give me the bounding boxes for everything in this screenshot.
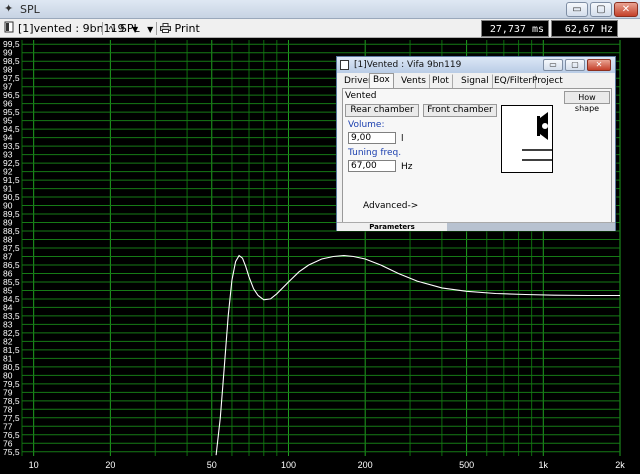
maximize-button[interactable]: ▢ [590, 2, 612, 17]
volume-unit: l [401, 134, 404, 144]
status-progress [447, 223, 615, 231]
tab-vents[interactable]: Vents [397, 74, 430, 88]
volume-label: Volume: [348, 120, 385, 130]
x-tick-label: 20 [105, 460, 115, 470]
box-settings-dialog: [1]Vented : Vifa 9bn119 ▭ ▢ ✕ Driver Box… [336, 56, 616, 231]
x-tick-label: 50 [207, 460, 217, 470]
x-tick-label: 500 [459, 460, 474, 470]
dialog-maximize-button[interactable]: ▢ [565, 59, 585, 71]
box-type-label: Vented [345, 91, 377, 101]
tab-plot[interactable]: Plot [428, 74, 453, 88]
print-button[interactable]: Print [160, 21, 200, 36]
chevron-down-icon: ▼ [147, 25, 154, 34]
rear-chamber-button[interactable]: Rear chamber [345, 104, 419, 117]
view-selector-label: SPL [119, 22, 140, 35]
print-label: Print [174, 22, 200, 35]
dialog-title: [1]Vented : Vifa 9bn119 [354, 60, 462, 70]
dialog-titlebar[interactable]: [1]Vented : Vifa 9bn119 ▭ ▢ ✕ [337, 57, 615, 73]
x-tick-label: 200 [358, 460, 373, 470]
box-diagram-icon [501, 105, 553, 173]
tuning-frequency-input[interactable]: 67,00 [348, 160, 396, 172]
y-tick-label: 75,5 [3, 447, 20, 457]
front-chamber-button[interactable]: Front chamber [423, 104, 497, 117]
how-shape-button[interactable]: How shape [564, 91, 610, 113]
tab-project[interactable]: Project [528, 74, 567, 88]
dialog-minimize-button[interactable]: ▭ [543, 59, 563, 71]
tuning-frequency-label: Tuning freq. [348, 148, 402, 158]
app-icon: ✦ [4, 2, 14, 15]
toolbar-divider [102, 22, 103, 35]
tab-signal[interactable]: Signal [457, 74, 493, 88]
view-selector[interactable]: ∿ SPL ▼ [108, 21, 153, 36]
toolbar: [1]vented : 9bn119 ▼ ∿ SPL ▼ Print 27,73… [0, 19, 640, 38]
dialog-close-button[interactable]: ✕ [587, 59, 611, 71]
minimize-button[interactable]: ▭ [566, 2, 588, 17]
tab-box[interactable]: Box [369, 73, 394, 88]
waveform-icon: ∿ [108, 24, 117, 35]
dialog-document-icon [340, 60, 349, 70]
window-title: SPL [20, 3, 40, 16]
dialog-statusbar: Parameters [337, 222, 615, 231]
box-tab-panel: Vented How shape Rear chamber Front cham… [342, 88, 612, 223]
window-titlebar: ✦ SPL ▭ ▢ ✕ [0, 0, 640, 19]
x-tick-label: 10 [29, 460, 39, 470]
x-tick-label: 100 [281, 460, 296, 470]
document-icon [4, 21, 14, 36]
tuning-frequency-unit: Hz [401, 162, 413, 172]
volume-input[interactable]: 9,00 [348, 132, 396, 144]
toolbar-divider [156, 22, 157, 35]
x-tick-label: 1k [539, 460, 549, 470]
x-tick-label: 2k [615, 460, 625, 470]
printer-icon [160, 22, 175, 35]
close-button[interactable]: ✕ [614, 2, 638, 17]
status-parameters: Parameters [337, 223, 447, 231]
advanced-link[interactable]: Advanced-> [363, 201, 418, 211]
frequency-readout: 62,67 Hz [551, 20, 618, 37]
time-readout: 27,737 ms [481, 20, 549, 37]
